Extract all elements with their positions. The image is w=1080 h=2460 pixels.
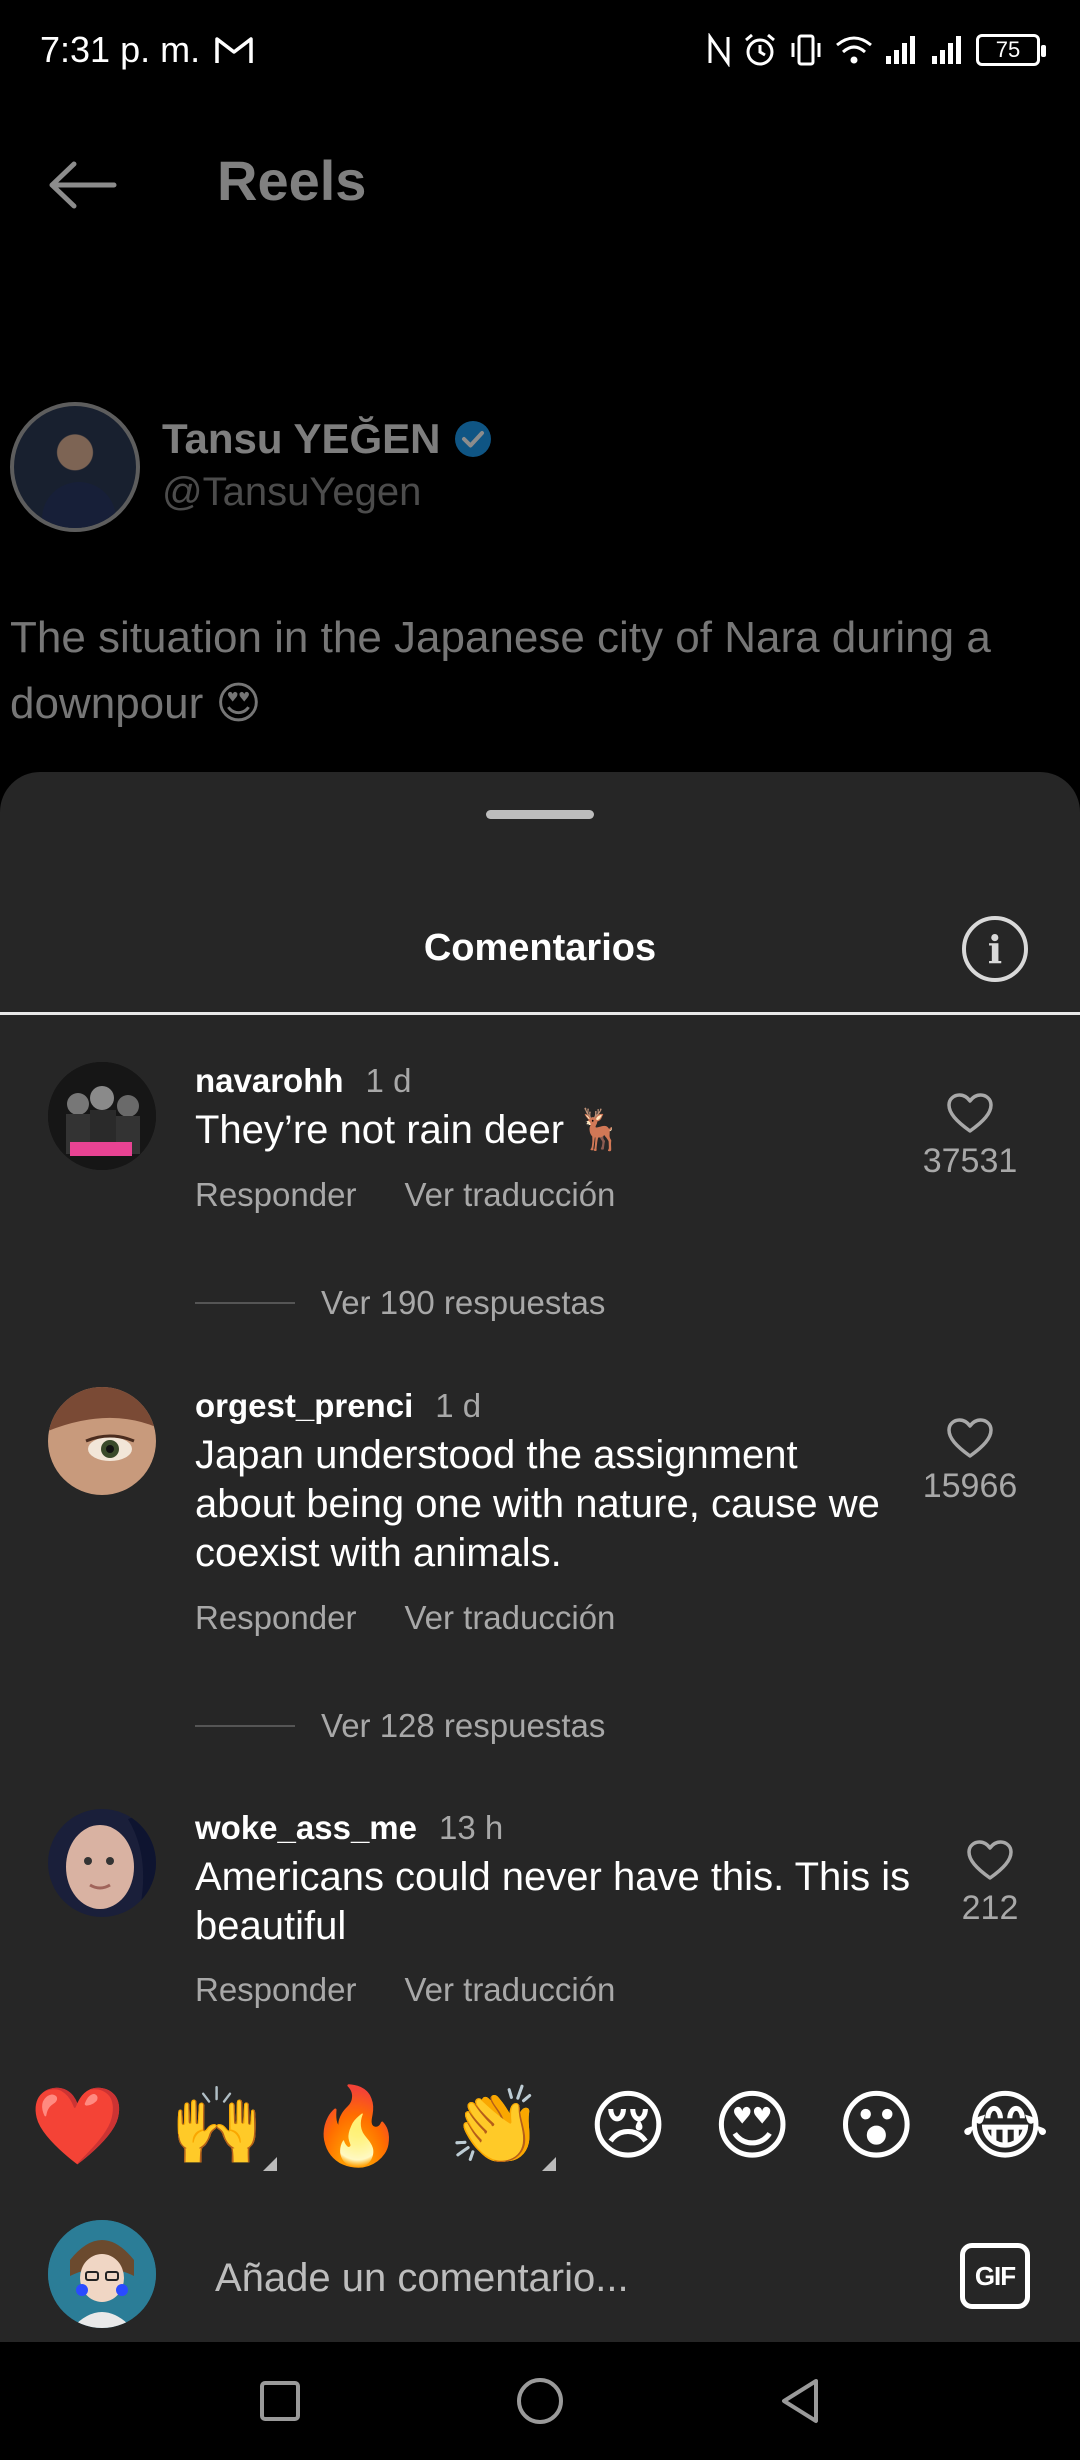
reaction-raised-hands[interactable]: 🙌 [170, 2089, 277, 2171]
translate-button[interactable]: Ver traducción [404, 1176, 615, 1214]
quick-reactions-bar: ❤️ 🙌 🔥 👏 😢 😍 😮 😂 [0, 2067, 1080, 2187]
avatar-image [48, 2220, 156, 2328]
battery-icon: 75 [976, 34, 1046, 66]
tweet-text: The situation in the Japanese city of Na… [10, 613, 991, 728]
comment-text: Japan understood the assignment about be… [195, 1433, 880, 1575]
alarm-icon [745, 33, 775, 66]
commenter-avatar[interactable] [48, 1809, 156, 1917]
arrow-left-icon [49, 161, 117, 209]
navigation-bar [0, 2342, 1080, 2460]
comment-username[interactable]: woke_ass_me [195, 1809, 417, 1847]
view-replies-label: Ver 190 respuestas [321, 1284, 606, 1321]
comment-text: Americans could never have this. This is… [195, 1855, 911, 1948]
gmail-icon [215, 37, 253, 63]
like-count: 212 [961, 1889, 1019, 1927]
reply-button[interactable]: Responder [195, 1599, 356, 1637]
recents-button[interactable] [240, 2361, 320, 2441]
comment-actions: Responder Ver traducción [195, 1176, 615, 1214]
like-count: 37531 [922, 1142, 1018, 1180]
status-icons: 75 [706, 32, 1046, 68]
signal-icon [886, 36, 915, 64]
back-triangle-icon [782, 2379, 818, 2423]
reply-button[interactable]: Responder [195, 1176, 356, 1214]
home-circle-icon [517, 2378, 563, 2424]
translate-button[interactable]: Ver traducción [404, 1599, 615, 1637]
reaction-crying[interactable]: 😢 [588, 2089, 667, 2165]
tweet-author-name-text: Tansu YEĞEN [162, 415, 441, 462]
reaction-heart[interactable]: ❤️ [30, 2089, 125, 2165]
avatar-image [48, 1809, 156, 1917]
comment-actions: Responder Ver traducción [195, 1599, 615, 1637]
commenter-avatar[interactable] [48, 1062, 156, 1170]
tweet-author-avatar [10, 402, 140, 532]
comments-sheet: Comentarios i navarohh 1 d They’re not r… [0, 772, 1080, 2342]
vibrate-icon [791, 34, 821, 66]
verified-badge-icon [454, 421, 491, 457]
current-user-avatar [48, 2220, 156, 2328]
title-divider [0, 1012, 1080, 1015]
avatar-image [48, 1387, 156, 1495]
view-replies-label: Ver 128 respuestas [321, 1707, 606, 1744]
screen: 7:31 p. m. 75 Reels Tansu YEĞEN @TansuYe… [0, 0, 1080, 2460]
battery-level: 75 [995, 37, 1021, 62]
comment-time: 1 d [435, 1387, 482, 1424]
heart-icon [947, 1093, 993, 1133]
system-back-button[interactable] [760, 2361, 840, 2441]
comment-username[interactable]: navarohh [195, 1062, 344, 1100]
home-button[interactable] [500, 2361, 580, 2441]
view-replies-button[interactable]: Ver 128 respuestas [195, 1707, 605, 1745]
comments-title: Comentarios [423, 927, 657, 969]
status-bar: 7:31 p. m. 75 [0, 0, 1080, 100]
back-button[interactable] [42, 145, 122, 225]
like-button[interactable]: 37531 [905, 1092, 1035, 1181]
comment-actions: Responder Ver traducción [195, 1971, 615, 2009]
info-button[interactable]: i [962, 916, 1028, 982]
like-button[interactable]: 15966 [905, 1417, 1035, 1506]
translate-button[interactable]: Ver traducción [404, 1971, 615, 2009]
comment-meta: navarohh 1 d [195, 1062, 411, 1100]
reaction-fire[interactable]: 🔥 [309, 2089, 404, 2165]
commenter-avatar[interactable] [48, 1387, 156, 1495]
page-title: Reels [217, 149, 367, 212]
reaction-heart-eyes[interactable]: 😍 [713, 2089, 792, 2165]
signal-icon [932, 36, 961, 64]
comment-username[interactable]: orgest_prenci [195, 1387, 413, 1425]
replies-divider [195, 1725, 295, 1727]
wifi-icon [836, 36, 872, 64]
tweet-author-name: Tansu YEĞEN [162, 415, 493, 463]
replies-divider [195, 1302, 295, 1304]
reaction-surprised[interactable]: 😮 [837, 2089, 916, 2165]
like-count: 15966 [922, 1467, 1018, 1505]
comment-time: 13 h [439, 1809, 504, 1846]
comment-text: They’re not rain deer 🦌 [195, 1108, 625, 1152]
gif-icon: GIF [974, 2260, 1016, 2291]
comment-meta: woke_ass_me 13 h [195, 1809, 503, 1847]
avatar-image [48, 1062, 156, 1170]
nfc-icon [708, 33, 730, 67]
like-button[interactable]: 212 [925, 1839, 1055, 1928]
info-icon: i [987, 926, 1003, 972]
reaction-clap[interactable]: 👏 [449, 2089, 556, 2171]
comment-meta: orgest_prenci 1 d [195, 1387, 481, 1425]
drag-handle[interactable] [486, 810, 594, 819]
reaction-laughing[interactable]: 😂 [961, 2089, 1050, 2165]
comment-input[interactable] [215, 2248, 915, 2308]
tweet-author-handle: @TansuYegen [162, 470, 422, 514]
view-replies-button[interactable]: Ver 190 respuestas [195, 1284, 605, 1322]
comment-composer: GIF [0, 2212, 1080, 2342]
reply-button[interactable]: Responder [195, 1971, 356, 2009]
gif-button[interactable]: GIF [960, 2243, 1030, 2309]
comment-time: 1 d [365, 1062, 412, 1099]
heart-icon [947, 1418, 993, 1458]
heart-icon [967, 1840, 1013, 1880]
recents-square-icon [260, 2381, 300, 2421]
status-time: 7:31 p. m. [40, 29, 201, 70]
